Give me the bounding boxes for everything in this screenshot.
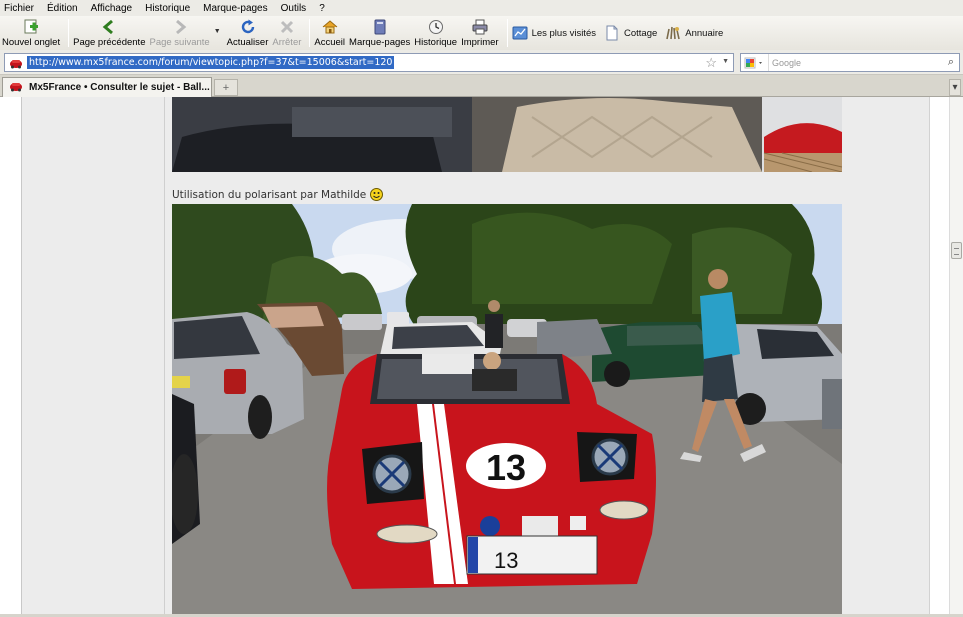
vertical-scrollbar[interactable] (949, 97, 963, 614)
annuaire-icon (665, 25, 681, 41)
bookmark-annuaire[interactable]: Annuaire (665, 16, 723, 50)
new-tab-icon (23, 19, 39, 35)
caption-text: Utilisation du polarisant par Mathilde (172, 188, 367, 201)
page-icon (604, 25, 620, 41)
new-tab-button[interactable]: Nouvel onglet (2, 16, 60, 50)
bookmark-most-visited-label: Les plus visités (531, 27, 596, 39)
tab-favicon-icon (9, 80, 23, 95)
scrollbar-thumb[interactable] (951, 242, 962, 259)
reload-label: Actualiser (226, 37, 269, 48)
back-label: Page précédente (73, 37, 146, 48)
post-caption: Utilisation du polarisant par Mathilde (172, 188, 384, 201)
page-right-margin (929, 97, 949, 614)
most-visited-folder-icon (512, 25, 528, 41)
menu-outils[interactable]: Outils (281, 3, 307, 14)
print-label: Imprimer (461, 37, 499, 48)
toolbar-separator (309, 19, 311, 47)
search-bar[interactable]: Google ⌕ (740, 53, 960, 72)
home-label: Accueil (314, 37, 346, 48)
bookmark-annuaire-label: Annuaire (685, 27, 724, 39)
bookmarks-label: Marque-pages (349, 37, 411, 48)
google-engine-icon[interactable] (741, 54, 769, 71)
post-photo-top (172, 97, 842, 172)
new-tab-plus-button[interactable]: + (214, 79, 238, 96)
bookmarks-book-icon (372, 19, 388, 35)
menu-historique[interactable]: Historique (145, 3, 190, 14)
url-bar[interactable]: http://www.mx5france.com/forum/viewtopic… (4, 53, 734, 72)
tab-title: Mx5France • Consulter le sujet - Ball... (29, 82, 210, 93)
home-button[interactable]: Accueil (314, 16, 345, 50)
toolbar-separator (506, 19, 508, 47)
menu-marque-pages[interactable]: Marque-pages (203, 3, 267, 14)
menu-fichier[interactable]: Fichier (4, 3, 34, 14)
search-magnifier-icon[interactable]: ⌕ (943, 56, 959, 69)
url-dropdown-icon[interactable]: ▼ (722, 58, 729, 65)
search-input[interactable]: Google (769, 58, 943, 68)
forward-button[interactable]: Page suivante (149, 16, 210, 50)
stop-label: Arrêter (272, 37, 302, 48)
new-tab-label: Nouvel onglet (2, 37, 61, 48)
stop-button[interactable]: Arrêter (272, 16, 301, 50)
post-author-column (22, 97, 165, 614)
history-label: Historique (414, 37, 458, 48)
stop-icon (279, 19, 295, 35)
forward-arrow-icon (172, 19, 188, 35)
menu-edition[interactable]: Édition (47, 3, 78, 14)
bookmarks-button[interactable]: Marque-pages (349, 16, 410, 50)
printer-icon (472, 19, 488, 35)
bookmark-cottage[interactable]: Cottage (604, 16, 657, 50)
url-text[interactable]: http://www.mx5france.com/forum/viewtopic… (27, 56, 395, 69)
site-favicon-icon (5, 54, 27, 71)
menu-affichage[interactable]: Affichage (91, 3, 133, 14)
page-left-margin (0, 97, 22, 614)
race-number: 13 (486, 447, 526, 488)
navigation-toolbar: Nouvel onglet Page précédente Page suiva… (0, 16, 963, 50)
history-button[interactable]: Historique (414, 16, 457, 50)
back-arrow-icon (101, 19, 117, 35)
smiley-emoticon-icon (370, 188, 384, 201)
address-bar-row: http://www.mx5france.com/forum/viewtopic… (0, 50, 963, 75)
page-viewport: Utilisation du polarisant par Mathilde 1… (0, 97, 963, 614)
history-dropdown-icon[interactable]: ▼ (214, 28, 221, 35)
back-button[interactable]: Page précédente (73, 16, 145, 50)
toolbar-separator (68, 19, 70, 47)
reload-icon (240, 19, 256, 35)
license-plate: 13 (494, 548, 518, 573)
reload-button[interactable]: Actualiser (226, 16, 269, 50)
history-clock-icon (428, 19, 444, 35)
menu-help[interactable]: ? (319, 3, 325, 14)
home-icon (322, 19, 338, 35)
tab-list-button[interactable]: ▾ (949, 79, 961, 96)
bookmark-cottage-label: Cottage (623, 27, 658, 39)
tab-bar: Mx5France • Consulter le sujet - Ball...… (0, 75, 963, 97)
print-button[interactable]: Imprimer (461, 16, 499, 50)
tab-active[interactable]: Mx5France • Consulter le sujet - Ball... (2, 77, 212, 97)
menu-bar: Fichier Édition Affichage Historique Mar… (0, 0, 963, 16)
bookmark-most-visited[interactable]: Les plus visités (512, 16, 596, 50)
post-photo-mx5: 13 13 (172, 204, 842, 614)
forward-label: Page suivante (149, 37, 210, 48)
bookmark-star-icon[interactable]: ☆ (705, 55, 717, 71)
